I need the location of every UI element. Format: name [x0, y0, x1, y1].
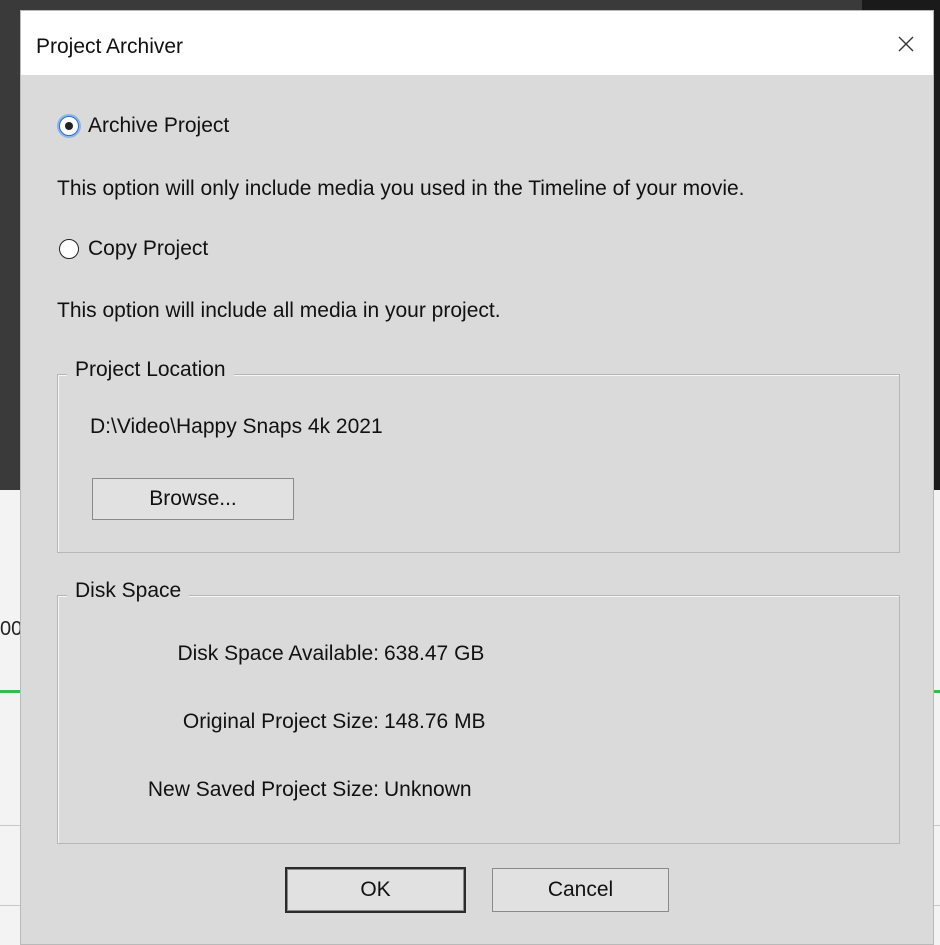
- close-icon[interactable]: [893, 31, 919, 57]
- copy-project-option[interactable]: Copy Project: [59, 237, 208, 261]
- original-project-size-value: 148.76 MB: [384, 710, 486, 733]
- new-saved-project-size-label: New Saved Project Size:: [147, 778, 379, 801]
- disk-space-available-value: 638.47 GB: [384, 642, 485, 665]
- disk-space-legend: Disk Space: [67, 579, 190, 603]
- new-saved-project-size-value: Unknown: [384, 778, 472, 801]
- close-icon-glyph: [898, 36, 914, 52]
- project-archiver-dialog: Project Archiver Archive Project This op…: [20, 10, 934, 945]
- disk-space-available-label: Disk Space Available:: [177, 642, 379, 665]
- project-location-path: D:\Video\Happy Snaps 4k 2021: [90, 415, 383, 438]
- copy-project-label[interactable]: Copy Project: [88, 237, 208, 261]
- dialog-titlebar: Project Archiver: [21, 11, 933, 75]
- dialog-title: Project Archiver: [36, 35, 184, 58]
- project-location-group: Project Location D:\Video\Happy Snaps 4k…: [57, 358, 900, 553]
- browse-button[interactable]: Browse...: [92, 478, 294, 520]
- background-partial-text: 00: [0, 618, 23, 640]
- ok-button[interactable]: OK: [285, 867, 466, 913]
- archive-project-label[interactable]: Archive Project: [88, 114, 229, 138]
- original-project-size-label: Original Project Size:: [182, 710, 379, 733]
- archive-project-option[interactable]: Archive Project: [59, 114, 229, 138]
- archive-project-description: This option will only include media you …: [57, 177, 745, 200]
- cancel-button[interactable]: Cancel: [492, 868, 669, 912]
- project-location-legend: Project Location: [67, 358, 234, 382]
- copy-project-description: This option will include all media in yo…: [57, 299, 501, 322]
- archive-project-radio[interactable]: [59, 116, 79, 136]
- copy-project-radio[interactable]: [59, 239, 79, 259]
- disk-space-group: Disk Space Disk Space Available: 638.47 …: [57, 579, 900, 844]
